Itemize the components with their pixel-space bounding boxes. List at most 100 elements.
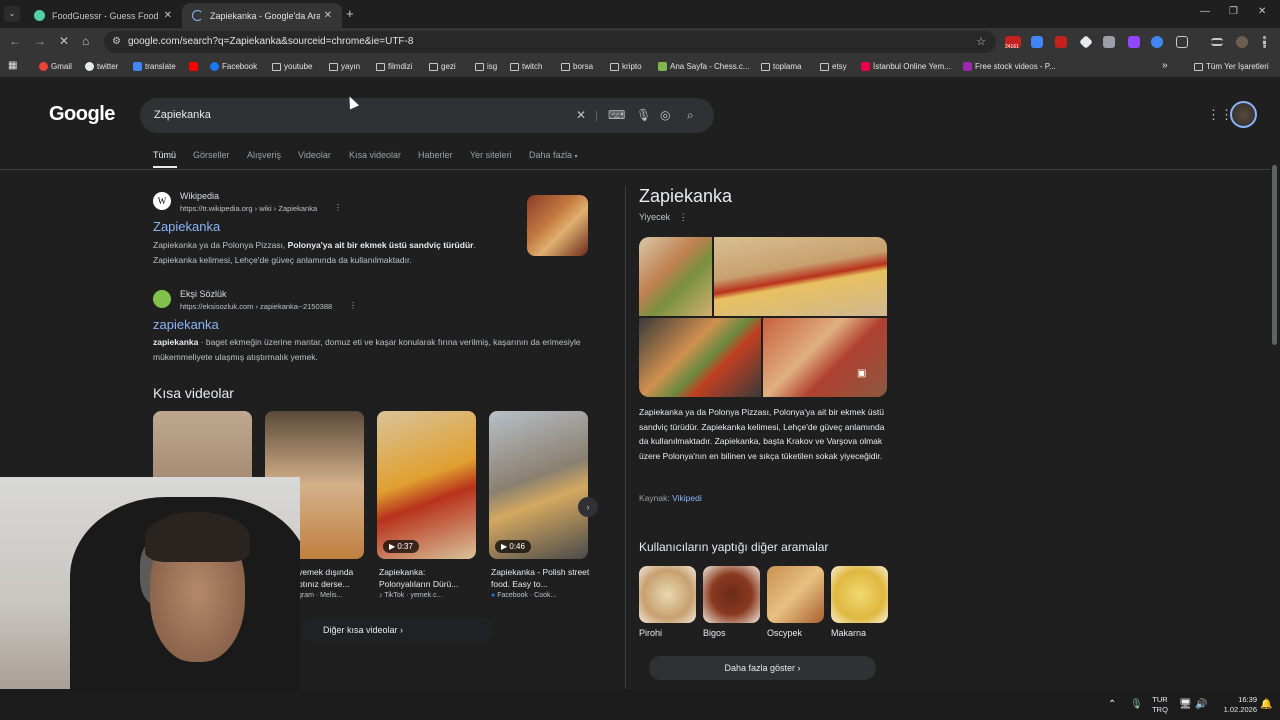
page-scrollbar[interactable] xyxy=(1272,165,1277,345)
more-short-videos-button[interactable]: Diğer kısa videolar › xyxy=(300,618,494,642)
minimize-icon[interactable]: — xyxy=(1200,6,1210,17)
close-tab-icon[interactable]: ✕ xyxy=(324,10,332,21)
show-more-button[interactable]: Daha fazla göster › xyxy=(649,656,876,680)
bookmark-yemeksepeti[interactable]: İstanbul Online Yem... xyxy=(861,62,951,71)
restore-icon[interactable]: ❐ xyxy=(1229,6,1238,17)
tab-videos[interactable]: Videolar xyxy=(298,150,331,160)
search-icon[interactable]: ⌕ xyxy=(687,98,694,133)
tab-all[interactable]: Tümü xyxy=(153,150,176,160)
tab-places[interactable]: Yer siteleri xyxy=(470,150,512,160)
bookmark-folder-filmdizi[interactable]: filmdizi xyxy=(376,62,412,71)
tab-foodguessr[interactable]: FoodGuessr - Guess Food from ✕ xyxy=(24,3,182,28)
bookmark-folder-twitch[interactable]: twitch xyxy=(510,62,542,71)
related-label[interactable]: Oscypek xyxy=(767,628,802,638)
chrome-menu-icon[interactable] xyxy=(1263,36,1266,48)
related-label[interactable]: Pirohi xyxy=(639,628,662,638)
bookmark-folder-yayin[interactable]: yayın xyxy=(329,62,360,71)
volume-icon[interactable]: 🔊 xyxy=(1195,699,1207,710)
result-thumbnail[interactable] xyxy=(527,195,588,256)
carousel-next-icon[interactable]: › xyxy=(578,497,598,517)
show-hidden-icons-icon[interactable]: ⌃ xyxy=(1108,699,1116,710)
related-bigos-image[interactable] xyxy=(703,566,760,623)
forward-icon[interactable]: → xyxy=(34,34,46,48)
close-tab-icon[interactable]: ✕ xyxy=(164,10,172,21)
video-card-3[interactable]: ▶ 0:37 xyxy=(377,411,476,559)
clear-search-icon[interactable]: ✕ xyxy=(576,98,586,133)
related-label[interactable]: Bigos xyxy=(703,628,726,638)
bookmark-twitter[interactable]: twitter xyxy=(85,62,118,71)
more-options-icon[interactable]: ⋮ xyxy=(679,212,688,222)
google-lens-icon[interactable]: ◎ xyxy=(660,98,670,133)
network-icon[interactable]: 🖥 xyxy=(1179,699,1192,710)
bookmark-youtube-icon[interactable] xyxy=(189,62,201,71)
glasses-extension-icon[interactable] xyxy=(1103,36,1115,48)
microphone-icon[interactable]: 🎙 xyxy=(1130,699,1143,710)
panel-image-3[interactable] xyxy=(639,318,761,397)
bookmark-translate[interactable]: translate xyxy=(133,62,176,71)
clock[interactable]: 16:39 1.02.2026 xyxy=(1213,695,1257,715)
result-title-link[interactable]: zapiekanka xyxy=(153,317,219,332)
input-language[interactable]: TUR TRQ xyxy=(1150,695,1170,715)
tab-short-videos[interactable]: Kısa videolar xyxy=(349,150,401,160)
source-link[interactable]: Vikipedi xyxy=(672,493,702,503)
bookmark-folder-borsa[interactable]: borsa xyxy=(561,62,593,71)
related-oscypek-image[interactable] xyxy=(767,566,824,623)
result-title-link[interactable]: Zapiekanka xyxy=(153,219,220,234)
video-caption[interactable]: yemek dışında ptınız derse... xyxy=(298,566,364,590)
related-pirohi-image[interactable] xyxy=(639,566,696,623)
adblock-extension-icon[interactable] xyxy=(1055,36,1067,48)
extensions-puzzle-icon[interactable] xyxy=(1176,36,1188,48)
profile-avatar-icon[interactable] xyxy=(1236,36,1248,48)
result-menu-icon[interactable]: ⋮ xyxy=(349,301,357,310)
bookmarks-overflow-icon[interactable]: » xyxy=(1162,60,1168,71)
keyboard-icon[interactable]: ⌨ xyxy=(608,98,625,133)
tab-news[interactable]: Haberler xyxy=(418,150,453,160)
apps-grid-icon[interactable]: ▦ xyxy=(8,60,17,71)
result-menu-icon[interactable]: ⋮ xyxy=(334,203,342,212)
panel-image-1[interactable] xyxy=(639,237,712,316)
bookmark-gmail[interactable]: Gmail xyxy=(39,62,72,71)
bookmark-label: twitter xyxy=(97,62,119,71)
tab-images[interactable]: Görseller xyxy=(193,150,230,160)
bookmark-star-icon[interactable]: ☆ xyxy=(976,31,986,53)
bookmark-facebook[interactable]: Facebook xyxy=(210,62,257,71)
bookmark-chess[interactable]: Ana Sayfa - Chess.c... xyxy=(658,62,750,71)
video-caption[interactable]: Zapiekanka: Polonyalıların Dürü... xyxy=(379,566,478,590)
bookmark-folder-toplama[interactable]: toplama xyxy=(761,62,801,71)
folder-icon xyxy=(610,62,619,71)
tab-shopping[interactable]: Alışveriş xyxy=(247,150,281,160)
all-bookmarks[interactable]: Tüm Yer İşaretleri xyxy=(1194,62,1269,71)
search-input[interactable]: Zapiekanka ✕ | ⌨ 🎙 ◎ ⌕ xyxy=(140,98,714,133)
audio-extension-icon[interactable] xyxy=(1151,36,1163,48)
back-icon[interactable]: ← xyxy=(9,34,21,48)
bookmark-folder-gezi[interactable]: gezi xyxy=(429,62,456,71)
bookmark-folder-etsy[interactable]: etsy xyxy=(820,62,847,71)
image-gallery-icon[interactable]: ▣ xyxy=(857,368,866,379)
tab-more[interactable]: Daha fazla ▾ xyxy=(529,150,578,160)
bookmark-folder-isg[interactable]: isg xyxy=(475,62,497,71)
panel-image-2[interactable] xyxy=(714,237,887,316)
video-card-4[interactable]: ▶ 0:46 xyxy=(489,411,588,559)
address-bar[interactable]: ⚙ google.com/search?q=Zapiekanka&sourcei… xyxy=(104,31,996,53)
related-label[interactable]: Makarna xyxy=(831,628,866,638)
panel-image-4[interactable] xyxy=(763,318,887,397)
video-caption[interactable]: Zapiekanka - Polish street food. Easy to… xyxy=(491,566,590,590)
stop-loading-icon[interactable]: ✕ xyxy=(59,34,69,48)
bookmark-stock-videos[interactable]: Free stock videos - P... xyxy=(963,62,1056,71)
microphone-icon[interactable]: 🎙 xyxy=(636,98,651,133)
tab-google-search[interactable]: Zapiekanka - Google'da Ara ✕ xyxy=(182,3,342,28)
twitch-extension-icon[interactable] xyxy=(1128,36,1140,48)
account-avatar[interactable] xyxy=(1230,101,1257,128)
reading-list-icon[interactable] xyxy=(1211,38,1223,46)
home-icon[interactable]: ⌂ xyxy=(82,34,89,48)
translate-extension-icon[interactable] xyxy=(1031,36,1043,48)
new-tab-icon[interactable]: + xyxy=(346,6,354,21)
site-info-icon[interactable]: ⚙ xyxy=(112,31,121,53)
google-logo[interactable]: Google xyxy=(49,103,115,126)
bookmark-folder-kripto[interactable]: kripto xyxy=(610,62,642,71)
bookmark-folder-youtube[interactable]: youtube xyxy=(272,62,312,71)
notifications-icon[interactable]: 🔔 xyxy=(1260,699,1272,710)
tab-search-button[interactable]: ⌄ xyxy=(4,6,20,22)
related-makarna-image[interactable] xyxy=(831,566,888,623)
close-window-icon[interactable]: ✕ xyxy=(1258,6,1266,17)
